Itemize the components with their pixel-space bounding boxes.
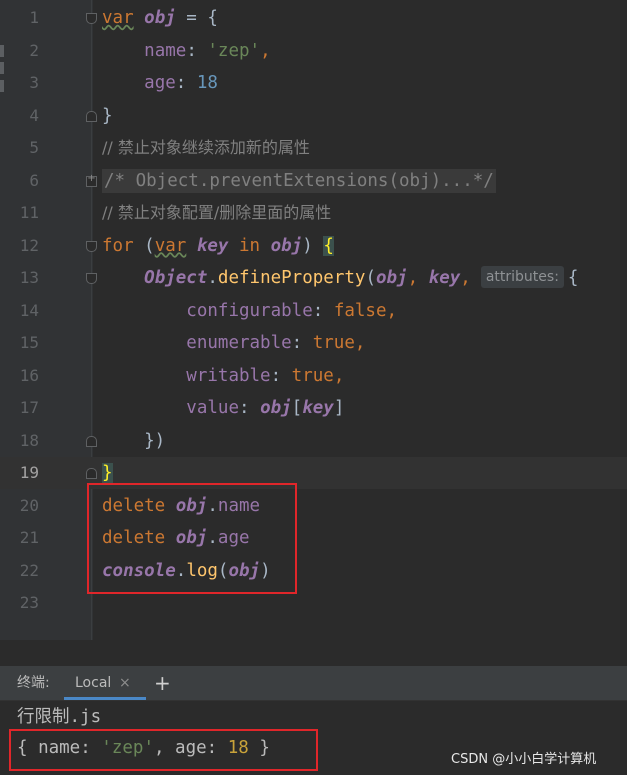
code-text: age: 18	[144, 73, 218, 93]
code-text: name: 'zep',	[144, 40, 271, 61]
line-number: 4	[29, 105, 39, 125]
code-text: configurable: false,	[186, 300, 398, 321]
code-line[interactable]: 1 var obj = {	[0, 2, 627, 34]
line-number: 6	[29, 170, 39, 190]
line-number: 15	[19, 333, 39, 352]
code-line[interactable]: 2 name: 'zep',	[0, 35, 627, 67]
fold-marker-icon[interactable]	[86, 110, 97, 122]
code-line[interactable]: 4}	[0, 100, 627, 132]
line-number: 16	[19, 365, 39, 385]
code-text: enumerable: true,	[186, 333, 366, 353]
code-line[interactable]: 11 // 禁止对象配置/删除里面的属性	[0, 197, 627, 229]
code-line[interactable]: 18 })	[0, 425, 627, 457]
parameter-hint: attributes:	[480, 266, 564, 288]
tab-local-label: Local	[75, 675, 112, 691]
code-editor[interactable]: 1 var obj = {2 name: 'zep', 3 age: 18 4} 5//…	[0, 0, 627, 640]
line-number: 22	[19, 560, 39, 580]
fold-marker-icon[interactable]	[86, 273, 97, 284]
line-number: 1	[29, 8, 39, 27]
code-line[interactable]: 5 // 禁止对象继续添加新的属性	[0, 132, 627, 164]
line-number: 17	[19, 398, 39, 417]
code-text: value: obj[key]	[186, 398, 345, 418]
code-text: var obj = {	[102, 8, 218, 28]
line-number: 20	[19, 495, 39, 515]
code-line[interactable]: 12 for (var key in obj) {	[0, 230, 627, 262]
add-tab-icon[interactable]: +	[154, 666, 171, 700]
line-number: 21	[19, 528, 39, 547]
code-text: }	[102, 105, 113, 126]
terminal-command: 行限制.js	[17, 707, 102, 727]
watermark: CSDN @小小白学计算机	[451, 752, 597, 767]
line-number: 12	[19, 235, 39, 255]
code-line[interactable]: 17 value: obj[key]	[0, 392, 627, 424]
line-number: 3	[29, 73, 39, 92]
code-text: for (var key in obj) {	[102, 235, 334, 256]
line-number: 13	[19, 268, 39, 287]
close-icon[interactable]: ×	[119, 666, 131, 700]
tab-local[interactable]: Local ×	[64, 666, 146, 700]
code-text: // 禁止对象配置/删除里面的属性	[102, 203, 332, 222]
code-text: /* Object.preventExtensions(obj)...*/	[102, 168, 496, 193]
code-line[interactable]: 16 writable: true,	[0, 360, 627, 392]
code-text: // 禁止对象继续添加新的属性	[102, 138, 310, 157]
line-number: 5	[29, 138, 39, 157]
code-line[interactable]: 13 Object.defineProperty(obj, key, attrib…	[0, 262, 627, 294]
line-number: 2	[29, 40, 39, 60]
code-text: })	[102, 430, 166, 451]
fold-marker-icon[interactable]	[86, 435, 97, 447]
line-number: 18	[19, 430, 39, 450]
code-text: Object.defineProperty(obj, key, attribute…	[144, 266, 579, 288]
code-line[interactable]: 14 configurable: false,	[0, 295, 627, 327]
code-text: writable: true,	[186, 365, 345, 386]
expand-fold-icon[interactable]	[86, 173, 97, 187]
fold-marker-icon[interactable]	[86, 468, 97, 479]
line-number: 14	[19, 300, 39, 320]
line-number: 23	[19, 593, 39, 612]
highlight-box-output	[9, 729, 318, 771]
code-line[interactable]: 6 /* Object.preventExtensions(obj)...*/	[0, 165, 627, 197]
terminal-tabbar: 终端: Local × +	[0, 666, 627, 701]
highlight-box-code	[87, 483, 297, 594]
fold-marker-icon[interactable]	[86, 240, 97, 252]
line-number: 19	[19, 463, 39, 482]
fold-marker-icon[interactable]	[86, 13, 97, 24]
code-line[interactable]: 3 age: 18	[0, 67, 627, 99]
terminal-title: 终端:	[17, 675, 50, 691]
code-line[interactable]: 15 enumerable: true,	[0, 327, 627, 359]
line-number: 11	[19, 203, 39, 222]
